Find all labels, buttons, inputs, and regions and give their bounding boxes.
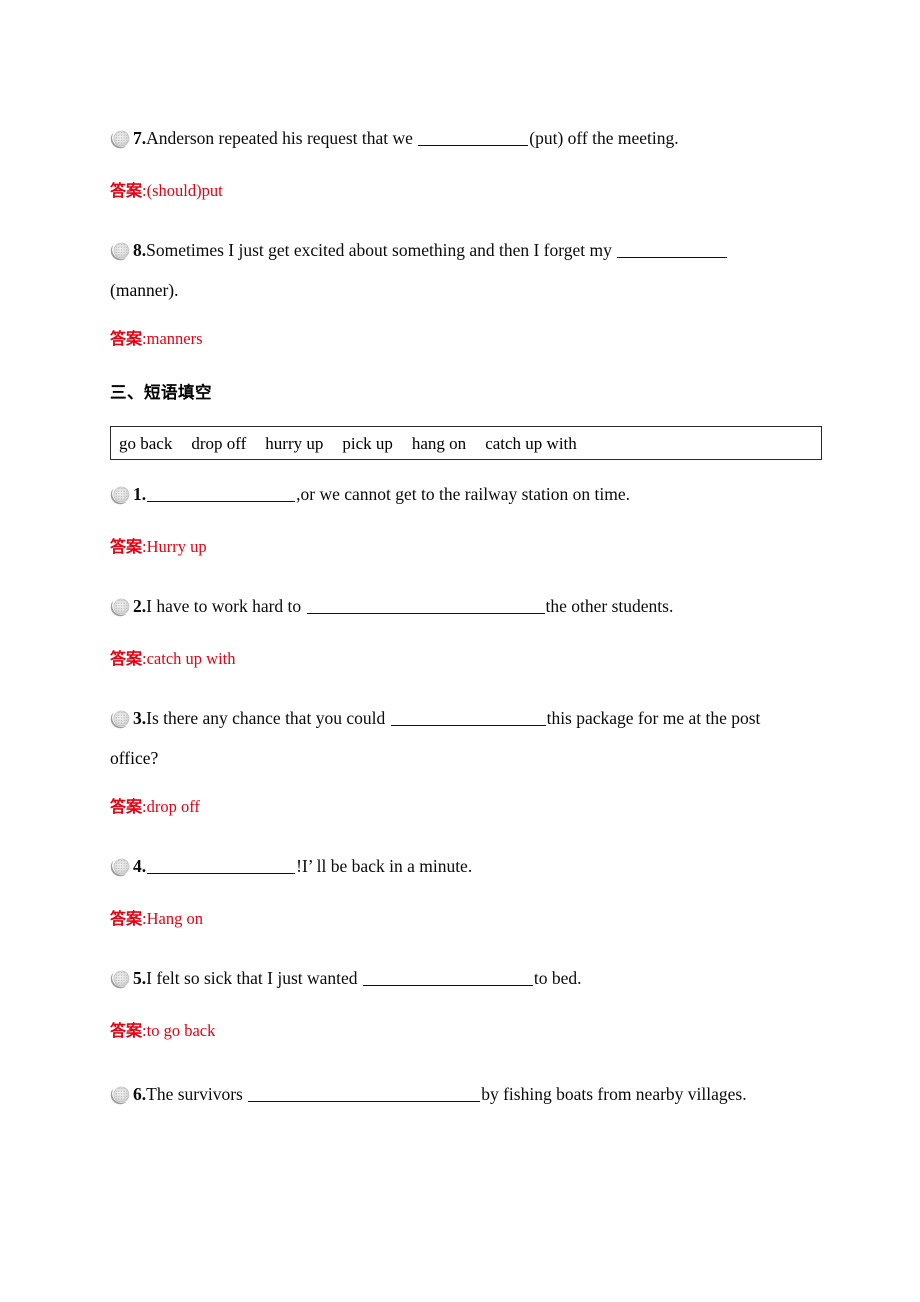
answer-blank[interactable]	[147, 858, 296, 874]
answer-line: 答案:to go back	[110, 1012, 822, 1050]
item-text-after: !I’ ll be back in a minute.	[296, 856, 473, 876]
word-bank-item[interactable]: hurry up	[265, 427, 323, 459]
item-text-continuation: office?	[110, 748, 159, 768]
answer-label: 答案	[110, 909, 143, 928]
word-bank-item[interactable]: catch up with	[485, 427, 577, 459]
exercise-item: 4. !I’ ll be back in a minute.	[110, 846, 822, 886]
word-bank-item[interactable]: go back	[119, 427, 172, 459]
item-text-after: the other students.	[545, 596, 674, 616]
answer-line: 答案:Hurry up	[110, 528, 822, 566]
answer-blank[interactable]	[147, 486, 296, 502]
answer-value: catch up with	[146, 649, 236, 668]
answer-line: 答案:catch up with	[110, 640, 822, 678]
crescent-sphere-bullet-icon	[110, 851, 132, 869]
worksheet-page: 7.Anderson repeated his request that we …	[0, 0, 920, 1302]
exercise-item: 6.The survivors by fishing boats from ne…	[110, 1074, 822, 1114]
answer-label: 答案	[110, 537, 143, 556]
answer-blank[interactable]	[362, 970, 533, 986]
answer-label: 答案	[110, 329, 143, 348]
answer-label: 答案	[110, 1021, 143, 1040]
word-bank-item[interactable]: hang on	[412, 427, 466, 459]
item-text-before: Is there any chance that you could	[146, 708, 390, 728]
word-bank-box: go back drop off hurry up pick up hang on cat…	[110, 426, 822, 460]
exercise-item: 7.Anderson repeated his request that we …	[110, 118, 822, 158]
crescent-sphere-bullet-icon	[110, 235, 132, 253]
item-number: 6.	[133, 1084, 147, 1104]
item-number: 5.	[133, 968, 147, 988]
item-number: 2.	[133, 596, 147, 616]
item-text-continuation: (manner).	[110, 280, 179, 300]
exercise-item: 8.Sometimes I just get excited about som…	[110, 230, 822, 270]
answer-blank[interactable]	[306, 598, 545, 614]
item-text-before: The survivors	[146, 1084, 248, 1104]
exercise-item: 5.I felt so sick that I just wanted to b…	[110, 958, 822, 998]
word-bank-item[interactable]: drop off	[191, 427, 246, 459]
answer-value: (should)put	[146, 181, 223, 200]
item-number: 1.	[133, 484, 147, 504]
answer-line: 答案:drop off	[110, 788, 822, 826]
answer-value: drop off	[146, 797, 200, 816]
answer-line: 答案:Hang on	[110, 900, 822, 938]
item-text-before: Anderson repeated his request that we	[146, 128, 418, 148]
answer-label: 答案	[110, 649, 143, 668]
item-text-after: this package for me at the post	[546, 708, 761, 728]
item-number: 8.	[133, 240, 147, 260]
crescent-sphere-bullet-icon	[110, 703, 132, 721]
worksheet-content: 7.Anderson repeated his request that we …	[110, 118, 822, 1114]
section-heading: 三、短语填空	[110, 383, 212, 402]
item-text-before: I have to work hard to	[146, 596, 306, 616]
answer-line: 答案:manners	[110, 320, 822, 358]
answer-value: manners	[146, 329, 203, 348]
item-text-after: by fishing boats from nearby villages.	[481, 1084, 747, 1104]
crescent-sphere-bullet-icon	[110, 1079, 132, 1097]
item-text-before: Sometimes I just get excited about somet…	[146, 240, 617, 260]
exercise-item: 2.I have to work hard to the other stude…	[110, 586, 822, 626]
answer-label: 答案	[110, 181, 143, 200]
answer-line: 答案:(should)put	[110, 172, 822, 210]
word-bank-item[interactable]: pick up	[342, 427, 393, 459]
exercise-item: 1. ,or we cannot get to the railway stati…	[110, 474, 822, 514]
answer-blank[interactable]	[390, 710, 546, 726]
item-text-after: ,or we cannot get to the railway station…	[296, 484, 630, 504]
answer-blank[interactable]	[617, 242, 728, 258]
crescent-sphere-bullet-icon	[110, 591, 132, 609]
item-number: 7.	[133, 128, 147, 148]
answer-value: Hang on	[146, 909, 203, 928]
answer-value: Hurry up	[146, 537, 207, 556]
answer-blank[interactable]	[418, 130, 529, 146]
item-number: 4.	[133, 856, 147, 876]
crescent-sphere-bullet-icon	[110, 963, 132, 981]
item-text-after: (put) off the meeting.	[529, 128, 679, 148]
answer-label: 答案	[110, 797, 143, 816]
crescent-sphere-bullet-icon	[110, 479, 132, 497]
answer-value: to go back	[146, 1021, 216, 1040]
item-text-after: to bed.	[533, 968, 582, 988]
item-number: 3.	[133, 708, 147, 728]
item-text-before: I felt so sick that I just wanted	[146, 968, 362, 988]
answer-blank[interactable]	[248, 1086, 481, 1102]
exercise-item: 3.Is there any chance that you could thi…	[110, 698, 822, 738]
crescent-sphere-bullet-icon	[110, 123, 132, 141]
